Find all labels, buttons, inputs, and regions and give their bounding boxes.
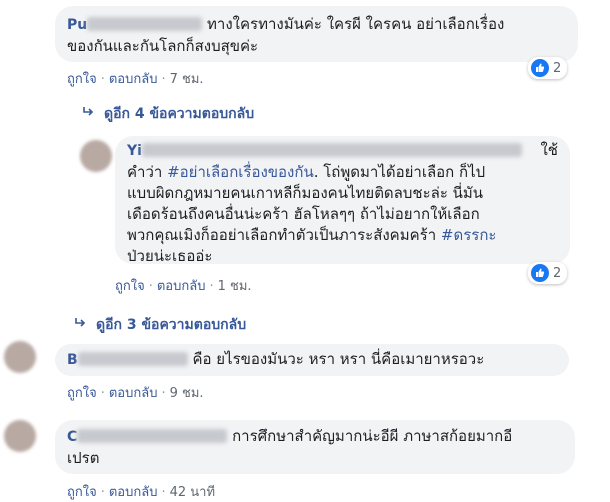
commenter-name[interactable]: C: [67, 429, 77, 445]
like-link[interactable]: ถูกใจ: [67, 386, 97, 401]
comment-text: ทางใครทางมันค่ะ ใครผี ใครคน อย่าเลือกเรื…: [207, 15, 505, 33]
like-link[interactable]: ถูกใจ: [67, 72, 97, 87]
hashtag-link[interactable]: #ดรรกะ: [441, 226, 497, 244]
reply-link[interactable]: ตอบกลับ: [109, 485, 158, 500]
reply-arrow-icon: [74, 317, 86, 333]
commenter-name[interactable]: Pu: [67, 17, 87, 33]
comment-actions: ถูกใจ · ตอบกลับ · 1 ชม.: [115, 279, 252, 294]
like-link[interactable]: ถูกใจ: [67, 485, 97, 500]
reply-link[interactable]: ตอบกลับ: [157, 279, 206, 294]
avatar[interactable]: [80, 140, 112, 172]
view-more-replies-2[interactable]: ดูอีก 3 ข้อความตอบกลับ: [74, 314, 246, 336]
comment-bubble-4: C การศึกษาสำคัญมากน่ะอีผี ภาษาสก้อยมากอี…: [55, 420, 575, 474]
comment-bubble-3: B คือ ยไรของมันวะ หรา หรา นี่คือเมายาหรอ…: [55, 344, 569, 376]
comment-text: คำว่า #อย่าเลือกเรื่องของกัน. โถ่พูดมาได…: [127, 163, 486, 181]
blurred-name: [77, 429, 228, 443]
reaction-count[interactable]: 2: [528, 57, 568, 79]
comment-actions: ถูกใจ · ตอบกลับ · 7 ชม.: [67, 72, 204, 87]
comment-text: เปรต: [67, 449, 100, 467]
hashtag-link[interactable]: #อย่าเลือกเรื่องของกัน: [167, 163, 314, 181]
view-more-replies-1[interactable]: ดูอีก 4 ข้อความตอบกลับ: [82, 103, 254, 125]
reply-link[interactable]: ตอบกลับ: [109, 386, 158, 401]
like-reaction-icon: [531, 59, 549, 77]
reaction-count[interactable]: 2: [528, 262, 568, 284]
comment-text: ของกันและกันโลกก็สงบสุขค่ะ: [67, 37, 259, 55]
comment-text: ป่วยน่ะเธออ่ะ: [127, 247, 213, 265]
blurred-name: [141, 143, 522, 157]
reply-bubble: Yi ใช้ คำว่า #อย่าเลือกเรื่องของกัน. โถ่…: [115, 136, 570, 265]
timestamp[interactable]: 42 นาที: [170, 485, 215, 500]
timestamp[interactable]: 7 ชม.: [170, 72, 204, 87]
comment-actions: ถูกใจ · ตอบกลับ · 9 ชม.: [67, 386, 204, 401]
avatar[interactable]: [4, 341, 36, 373]
timestamp[interactable]: 9 ชม.: [170, 386, 204, 401]
commenter-name[interactable]: B: [67, 352, 78, 368]
like-reaction-icon: [531, 264, 549, 282]
comment-text: เดือดร้อนถึงคนอื่นน่ะคร้า ฮัลโหลๆๆ ถ้าไม…: [127, 205, 480, 223]
comment-text: แบบผิดกฎหมายคนเกาหลีก็มองคนไทยติดลบชะล่ะ…: [127, 184, 484, 202]
comment-text: คือ ยไรของมันวะ หรา หรา นี่คือเมายาหรอวะ: [192, 350, 485, 368]
blurred-name: [87, 17, 203, 31]
reply-arrow-icon: [82, 106, 94, 122]
commenter-name[interactable]: Yi: [127, 143, 142, 159]
comment-text: พวกคุณเมิงก็ออย่าเลือกทำตัวเป็นภาระสังคม…: [127, 226, 497, 244]
avatar[interactable]: [4, 420, 36, 452]
comment-bubble-1: Pu ทางใครทางมันค่ะ ใครผี ใครคน อย่าเลือก…: [55, 6, 578, 62]
comment-text: การศึกษาสำคัญมากน่ะอีผี ภาษาสก้อยมากอี: [232, 427, 513, 445]
timestamp[interactable]: 1 ชม.: [218, 279, 252, 294]
reply-link[interactable]: ตอบกลับ: [109, 72, 158, 87]
blurred-name: [77, 352, 188, 366]
like-link[interactable]: ถูกใจ: [115, 279, 145, 294]
